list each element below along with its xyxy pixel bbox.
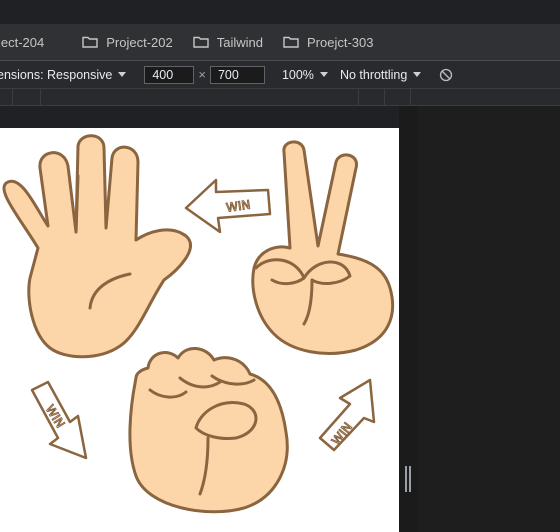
- bookmark-label: ject-204: [0, 34, 45, 50]
- rendered-page: WIN WIN WIN: [0, 128, 399, 532]
- rotate-icon[interactable]: [439, 68, 453, 82]
- throttling-dropdown[interactable]: No throttling: [339, 67, 422, 82]
- height-input[interactable]: 700: [209, 65, 265, 84]
- scissors-hand-icon: [251, 140, 395, 355]
- bookmark-project-204[interactable]: ject-204: [0, 35, 44, 50]
- width-input[interactable]: 400: [144, 65, 195, 84]
- zoom-label: 100%: [281, 67, 314, 82]
- throttling-label: No throttling: [339, 67, 408, 82]
- rock-hand-icon: [128, 347, 289, 514]
- chevron-down-icon: [413, 72, 422, 77]
- chevron-down-icon: [319, 72, 328, 77]
- resize-handle[interactable]: [405, 466, 412, 492]
- folder-icon: [82, 36, 98, 48]
- rock-paper-scissors-image: WIN WIN WIN: [2, 134, 395, 514]
- bookmarks-bar: ject-204 Project-202 Tailwind Proejct-30…: [0, 24, 560, 61]
- bookmark-proejct-303[interactable]: Proejct-303: [283, 35, 373, 50]
- folder-icon: [283, 36, 299, 48]
- dimensions-label: ensions: Responsive: [0, 67, 113, 82]
- bookmark-label: Tailwind: [216, 34, 263, 50]
- bookmark-project-202[interactable]: Project-202: [82, 34, 173, 50]
- device-toolbar: ensions: Responsive 400 × 700 100% No th…: [0, 61, 560, 89]
- times-separator: ×: [198, 67, 206, 82]
- bookmark-label: Project-202: [106, 34, 173, 50]
- dimensions-dropdown[interactable]: ensions: Responsive: [0, 67, 127, 82]
- media-query-bar[interactable]: [0, 89, 560, 106]
- bookmark-label: Proejct-303: [306, 34, 374, 50]
- folder-icon: [193, 36, 209, 48]
- chevron-down-icon: [118, 72, 127, 77]
- right-panel: [418, 106, 560, 532]
- paper-hand-icon: [2, 134, 192, 359]
- zoom-dropdown[interactable]: 100%: [282, 68, 328, 82]
- bookmark-tailwind[interactable]: Tailwind: [193, 35, 263, 50]
- title-bar: [0, 0, 560, 24]
